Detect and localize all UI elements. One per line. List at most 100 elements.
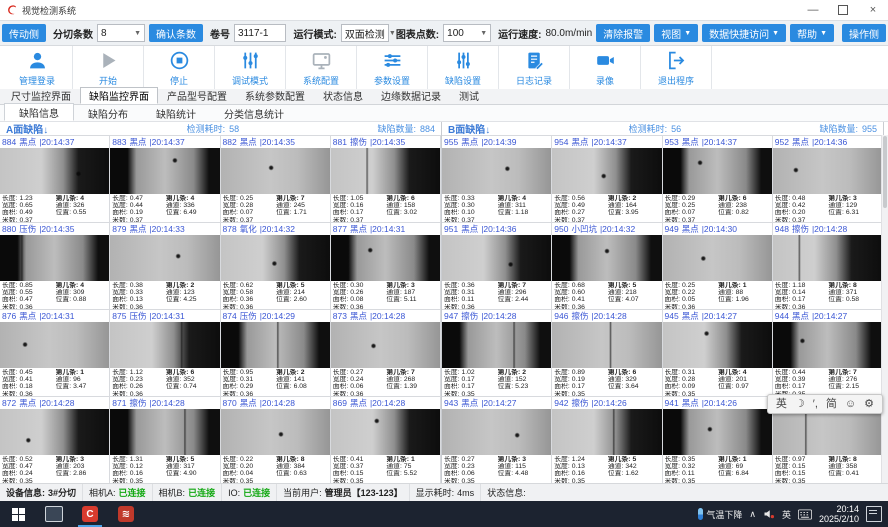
defect-image[interactable] — [442, 148, 551, 194]
defect-image[interactable] — [0, 235, 109, 281]
defect-image[interactable] — [221, 409, 330, 455]
defect-image[interactable] — [663, 148, 772, 194]
defect-image[interactable] — [442, 322, 551, 368]
taskbar-app-explorer[interactable] — [36, 501, 72, 527]
defect-image[interactable] — [663, 409, 772, 455]
defect-image[interactable] — [773, 409, 882, 455]
defect-image[interactable] — [552, 148, 661, 194]
defect-image[interactable] — [110, 148, 219, 194]
defect-image[interactable] — [552, 322, 661, 368]
ime-emoji-icon[interactable]: ☺ — [842, 396, 859, 412]
defect-cell[interactable]: 884黑点|20:14:37长度:1.23宽度:0.65面积:0.49米数:0.… — [0, 135, 110, 222]
defect-cell[interactable]: 876黑点|20:14:31长度:0.45宽度:0.41面积:0.18米数:0.… — [0, 309, 110, 396]
toolbar-button-stop[interactable]: 停止 — [144, 46, 215, 89]
tab-5[interactable]: 边缘数据记录 — [372, 87, 450, 104]
defect-cell[interactable]: 877黑点|20:14:31长度:0.30宽度:0.26面积:0.08米数:0.… — [331, 222, 441, 309]
ime-halfwidth-icon[interactable]: ☽ — [792, 396, 808, 412]
defect-cell[interactable]: 942擦伤|20:14:26长度:1.24宽度:0.13面积:0.16米数:0.… — [552, 396, 662, 483]
keyboard-icon[interactable] — [798, 509, 812, 520]
defect-cell[interactable]: 951黑点|20:14:36长度:0.36宽度:0.31面积:0.11米数:0.… — [442, 222, 552, 309]
toolbar-button-debug[interactable]: 调试模式 — [215, 46, 286, 89]
defect-image[interactable] — [663, 322, 772, 368]
confirm-count-button[interactable]: 确认条数 — [149, 24, 203, 42]
defect-cell[interactable]: 871擦伤|20:14:28长度:1.31宽度:0.12面积:0.16米数:0.… — [110, 396, 220, 483]
defect-cell[interactable]: 948擦伤|20:14:28长度:1.18宽度:0.14面积:0.17米数:0.… — [773, 222, 883, 309]
defect-image[interactable] — [221, 322, 330, 368]
subtab-2[interactable]: 缺陷统计 — [142, 105, 210, 121]
ime-settings-gear-icon[interactable]: ⚙ — [861, 396, 877, 412]
clear-alarm-button[interactable]: 清除报警 — [596, 24, 650, 42]
help-menu-button[interactable]: 帮助 ▼ — [790, 24, 834, 42]
drive-side-button[interactable]: 传动侧 — [2, 24, 46, 42]
vertical-scrollbar[interactable] — [881, 135, 888, 483]
defect-cell[interactable]: 879黑点|20:14:33长度:0.38宽度:0.33面积:0.13米数:0.… — [110, 222, 220, 309]
toolbar-button-monitor[interactable]: 系统配置 — [286, 46, 357, 89]
defect-image[interactable] — [221, 148, 330, 194]
defect-cell[interactable]: 870黑点|20:14:28长度:0.22宽度:0.20面积:0.04米数:0.… — [221, 396, 331, 483]
toolbar-button-vsliders[interactable]: 缺陷设置 — [428, 46, 499, 89]
taskbar-app-secondary[interactable]: ≋ — [108, 501, 144, 527]
tab-6[interactable]: 测试 — [450, 87, 488, 104]
defect-cell[interactable]: 954黑点|20:14:37长度:0.56宽度:0.49面积:0.27米数:0.… — [552, 135, 662, 222]
tab-1[interactable]: 缺陷监控界面 — [80, 87, 158, 104]
language-indicator[interactable]: 英 — [782, 508, 791, 521]
notification-center-icon[interactable] — [866, 506, 882, 522]
defect-image[interactable] — [773, 322, 882, 368]
defect-image[interactable] — [331, 148, 440, 194]
defect-cell[interactable]: 949黑点|20:14:30长度:0.25宽度:0.22面积:0.05米数:0.… — [663, 222, 773, 309]
panel-title[interactable]: B面缺陷↓ — [448, 121, 490, 136]
defect-image[interactable] — [442, 409, 551, 455]
defect-image[interactable] — [331, 409, 440, 455]
panel-title[interactable]: A面缺陷↓ — [6, 121, 48, 136]
defect-image[interactable] — [663, 235, 772, 281]
tab-0[interactable]: 尺寸监控界面 — [2, 87, 80, 104]
defect-cell[interactable]: 950小凹坑|20:14:32长度:0.68宽度:0.60面积:0.41米数:0… — [552, 222, 662, 309]
minimize-button[interactable]: — — [798, 1, 828, 19]
ime-punctuation-toggle[interactable]: ′, — [810, 396, 821, 412]
defect-image[interactable] — [773, 148, 882, 194]
run-mode-select[interactable]: 双面检测 ▼ — [341, 24, 389, 42]
defect-image[interactable] — [331, 235, 440, 281]
defect-cell[interactable]: 953黑点|20:14:37长度:0.29宽度:0.25面积:0.07米数:0.… — [663, 135, 773, 222]
defect-image[interactable] — [773, 235, 882, 281]
subtab-1[interactable]: 缺陷分布 — [74, 105, 142, 121]
strip-count-select[interactable]: 8 ▼ — [97, 24, 145, 42]
subtab-3[interactable]: 分类信息统计 — [210, 105, 298, 121]
ime-lang-toggle[interactable]: 英 — [773, 396, 790, 412]
defect-cell[interactable]: 883黑点|20:14:37长度:0.47宽度:0.44面积:0.19米数:0.… — [110, 135, 220, 222]
defect-cell[interactable]: 943黑点|20:14:27长度:0.27宽度:0.23面积:0.06米数:0.… — [442, 396, 552, 483]
defect-cell[interactable]: 952黑点|20:14:36长度:0.48宽度:0.42面积:0.20米数:0.… — [773, 135, 883, 222]
tray-expand-chevron[interactable]: ∧ — [749, 509, 756, 520]
defect-cell[interactable]: 873黑点|20:14:28长度:0.27宽度:0.24面积:0.06米数:0.… — [331, 309, 441, 396]
maximize-button[interactable] — [828, 1, 858, 19]
defect-image[interactable] — [110, 322, 219, 368]
defect-image[interactable] — [442, 235, 551, 281]
defect-cell[interactable]: 945黑点|20:14:27长度:0.31宽度:0.28面积:0.09米数:0.… — [663, 309, 773, 396]
roll-number-input[interactable]: 3117-1 — [234, 24, 286, 42]
defect-cell[interactable]: 946擦伤|20:14:28长度:0.89宽度:0.19面积:0.17米数:0.… — [552, 309, 662, 396]
chart-points-select[interactable]: 100 ▼ — [443, 24, 491, 42]
defect-cell[interactable]: 881擦伤|20:14:35长度:1.05宽度:0.16面积:0.17米数:0.… — [331, 135, 441, 222]
weather-tray-item[interactable]: 气温下降 — [698, 508, 742, 521]
defect-image[interactable] — [552, 409, 661, 455]
defect-image[interactable] — [0, 409, 109, 455]
defect-cell[interactable]: 944黑点|20:14:27长度:0.44宽度:0.39面积:0.17米数:0.… — [773, 309, 883, 396]
toolbar-button-hsliders[interactable]: 参数设置 — [357, 46, 428, 89]
defect-cell[interactable]: 941黑点|20:14:26长度:0.35宽度:0.32面积:0.11米数:0.… — [663, 396, 773, 483]
defect-image[interactable] — [552, 235, 661, 281]
defect-image[interactable] — [331, 322, 440, 368]
defect-image[interactable] — [110, 235, 219, 281]
taskbar-app-vision[interactable]: C — [72, 501, 108, 527]
defect-cell[interactable]: 874压伤|20:14:29长度:0.95宽度:0.31面积:0.29米数:0.… — [221, 309, 331, 396]
toolbar-button-play[interactable]: 开始 — [73, 46, 144, 89]
subtab-0[interactable]: 缺陷信息 — [4, 103, 74, 121]
defect-cell[interactable]: 947擦伤|20:14:28长度:1.02宽度:0.17面积:0.17米数:0.… — [442, 309, 552, 396]
toolbar-button-user[interactable]: 管理登录 — [2, 46, 73, 89]
defect-cell[interactable]: 878氧化|20:14:32长度:0.62宽度:0.58面积:0.36米数:0.… — [221, 222, 331, 309]
defect-cell[interactable]: 880压伤|20:14:35长度:0.85宽度:0.55面积:0.47米数:0.… — [0, 222, 110, 309]
defect-image[interactable] — [110, 409, 219, 455]
close-button[interactable]: × — [858, 1, 888, 19]
defect-image[interactable] — [0, 322, 109, 368]
defect-image[interactable] — [221, 235, 330, 281]
taskbar-clock[interactable]: 20:14 2025/2/10 — [819, 504, 859, 524]
